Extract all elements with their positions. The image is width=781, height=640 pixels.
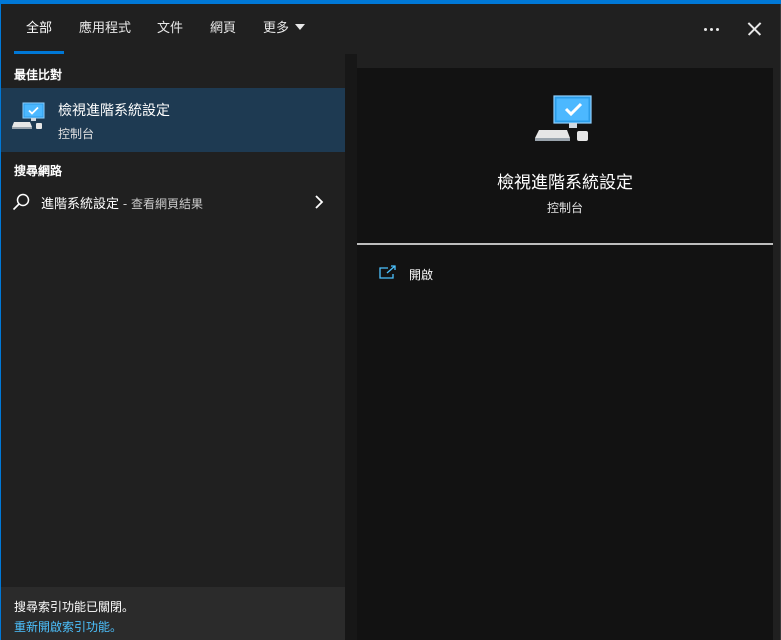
- tab-web-label: 網頁: [209, 21, 236, 36]
- tab-apps-label: 應用程式: [78, 21, 131, 36]
- web-search-text: 進階系統設定 - 查看網頁結果: [41, 193, 203, 212]
- web-search-result[interactable]: 進階系統設定 - 查看網頁結果: [1, 186, 345, 218]
- computer-check-icon: [12, 102, 45, 129]
- ellipsis-dot-icon: [716, 28, 719, 31]
- more-options-button[interactable]: [697, 14, 727, 44]
- detail-subtitle: 控制台: [546, 201, 583, 215]
- index-status-footer: 搜尋索引功能已關閉。 重新開啟索引功能。: [1, 587, 345, 640]
- best-match-subtitle: 控制台: [58, 127, 95, 141]
- tab-all[interactable]: 全部: [14, 4, 64, 54]
- open-action-button[interactable]: 開啟: [379, 264, 579, 286]
- close-button[interactable]: [739, 14, 769, 44]
- computer-check-icon: [535, 95, 592, 141]
- web-search-query: 進階系統設定: [41, 197, 120, 212]
- best-match-heading: 最佳比對: [14, 68, 63, 82]
- web-search-heading: 搜尋網路: [14, 164, 63, 178]
- detail-pane: 檢視進階系統設定 控制台 開啟: [357, 68, 773, 640]
- web-search-suffix: - 查看網頁結果: [119, 197, 203, 211]
- index-status-message: 搜尋索引功能已關閉。: [14, 600, 135, 614]
- search-icon: [12, 193, 30, 211]
- ellipsis-dot-icon: [710, 28, 713, 31]
- tab-more[interactable]: 更多: [256, 4, 312, 54]
- reenable-index-link[interactable]: 重新開啟索引功能。: [14, 618, 122, 635]
- best-match-title: 檢視進階系統設定: [58, 103, 170, 119]
- ellipsis-dot-icon: [704, 28, 707, 31]
- pane-divider: [345, 54, 357, 640]
- tab-apps[interactable]: 應用程式: [74, 4, 136, 54]
- tab-all-label: 全部: [25, 21, 52, 36]
- open-icon: [379, 265, 396, 279]
- results-pane: 最佳比對 檢視進階系統設定 控制台 搜尋網路 進階系統設定 - 查看網頁結果 搜…: [1, 54, 345, 640]
- best-match-result[interactable]: 檢視進階系統設定 控制台: [1, 88, 345, 152]
- detail-title: 檢視進階系統設定: [497, 173, 633, 193]
- search-header: 全部 應用程式 文件 網頁 更多: [1, 4, 780, 54]
- tab-documents[interactable]: 文件: [151, 4, 189, 54]
- tab-web[interactable]: 網頁: [204, 4, 242, 54]
- open-action-label: 開啟: [409, 268, 434, 282]
- tab-more-label: 更多: [262, 21, 289, 36]
- chevron-right-icon[interactable]: [313, 194, 325, 210]
- detail-separator: [357, 243, 773, 245]
- tab-documents-label: 文件: [156, 21, 183, 36]
- chevron-down-icon: [295, 24, 305, 30]
